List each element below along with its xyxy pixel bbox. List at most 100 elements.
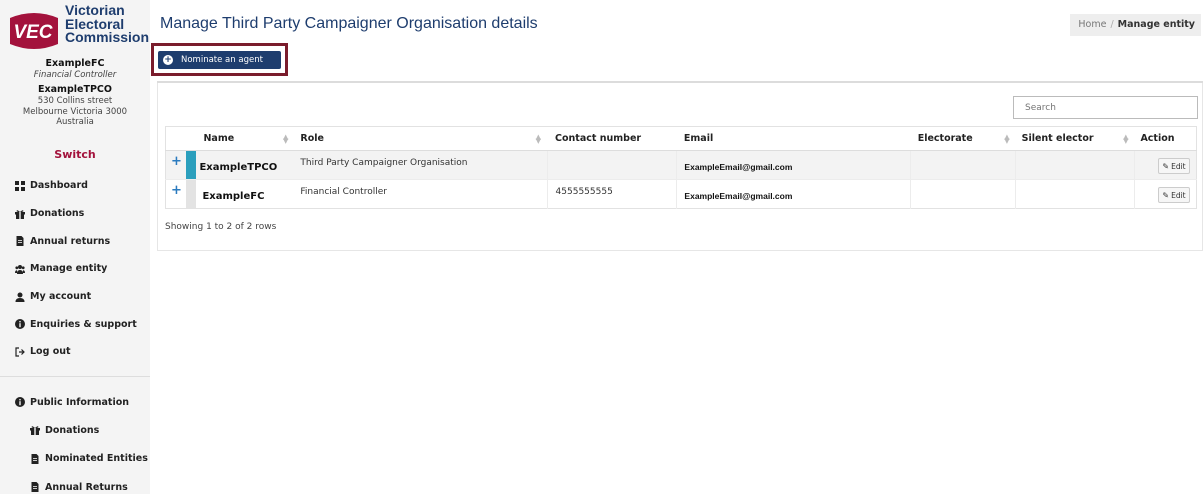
- public-item-annual-returns[interactable]: Annual Returns: [0, 473, 150, 494]
- sidebar-item-label: Dashboard: [30, 180, 88, 192]
- edit-label: Edit: [1171, 190, 1186, 200]
- cell-contact: [546, 150, 677, 180]
- sidebar-item-label: My account: [30, 291, 92, 303]
- table-row: + ExampleFC Financial Controller 4555555…: [165, 179, 1197, 209]
- column-header-role[interactable]: Role ▲ ▼: [294, 126, 548, 151]
- sidebar-nav: Dashboard Donations Annual returns Manag…: [0, 172, 150, 366]
- sidebar-item-donations[interactable]: Donations: [0, 200, 150, 228]
- edit-button[interactable]: ✎ Edit: [1158, 187, 1190, 203]
- breadcrumb-separator: /: [1110, 19, 1114, 30]
- cell-role: Financial Controller: [294, 179, 548, 209]
- cell-action: ✎ Edit: [1133, 179, 1197, 209]
- sidebar-item-my-account[interactable]: My account: [0, 283, 150, 311]
- search-input[interactable]: [1013, 96, 1198, 119]
- public-information-heading[interactable]: Public Information: [0, 388, 150, 416]
- sidebar-item-label: Annual Returns: [45, 481, 128, 493]
- cell-contact: 4555555555: [546, 179, 677, 209]
- sidebar-item-label: Enquiries & support: [30, 318, 137, 330]
- expand-cell[interactable]: +: [165, 179, 187, 209]
- column-label: Role: [300, 133, 324, 144]
- row-stripe: [186, 150, 197, 180]
- row-stripe: [186, 179, 197, 209]
- expand-cell[interactable]: +: [165, 150, 187, 180]
- user-icon: [15, 292, 25, 302]
- info-icon: [15, 319, 25, 330]
- breadcrumb-home[interactable]: Home: [1078, 19, 1106, 30]
- column-header-email[interactable]: Email: [676, 126, 911, 151]
- cell-name: ExampleFC: [196, 179, 295, 209]
- sidebar-item-manage-entity[interactable]: Manage entity: [0, 255, 150, 283]
- column-label: Action: [1140, 133, 1175, 144]
- page-title: Manage Third Party Campaigner Organisati…: [160, 15, 538, 32]
- logo-line-3: Commission: [65, 29, 150, 45]
- org-address-line-2: Melbourne Victoria 3000: [22, 106, 128, 117]
- sidebar-item-enquiries[interactable]: Enquiries & support: [0, 310, 150, 338]
- column-header-silent-elector[interactable]: Silent elector ▲ ▼: [1015, 126, 1135, 151]
- switch-link[interactable]: Switch: [0, 148, 150, 161]
- cell-electorate: [910, 179, 1016, 209]
- users-icon: [15, 264, 25, 274]
- sort-icon: ▲ ▼: [535, 133, 542, 145]
- column-header-contact-number[interactable]: Contact number: [547, 126, 677, 151]
- expand-plus-icon[interactable]: +: [166, 151, 186, 169]
- column-label: Name: [203, 133, 235, 144]
- gift-icon: [30, 426, 40, 436]
- cell-text: Third Party Campaigner Organisation: [300, 158, 468, 168]
- edit-icon: ✎: [1162, 190, 1170, 200]
- sort-icon: ▲ ▼: [1123, 133, 1129, 145]
- pagination-info: Showing 1 to 2 of 2 rows: [165, 222, 277, 232]
- sidebar-item-label: Log out: [30, 346, 71, 358]
- sidebar-item-annual-returns[interactable]: Annual returns: [0, 227, 150, 255]
- edit-label: Edit: [1171, 161, 1186, 171]
- vec-logo[interactable]: VEC Victorian Electoral Commission: [6, 2, 150, 56]
- org-address-line-1: 530 Collins street: [37, 96, 113, 106]
- sidebar-item-dashboard[interactable]: Dashboard: [0, 172, 150, 200]
- gift-icon: [15, 209, 25, 219]
- cell-silent-elector: [1015, 179, 1135, 209]
- org-name: ExampleTPCO: [38, 84, 112, 95]
- sidebar-item-label: Donations: [45, 424, 100, 436]
- info-icon: [15, 397, 25, 408]
- cell-text: ExampleTPCO: [199, 162, 278, 173]
- cell-silent-elector: [1015, 150, 1135, 180]
- expand-plus-icon[interactable]: +: [166, 180, 186, 198]
- org-address-line-3: Australia: [56, 117, 94, 127]
- document-icon: [31, 453, 39, 464]
- column-label: Silent elector: [1021, 133, 1094, 144]
- sidebar-item-log-out[interactable]: Log out: [0, 338, 150, 366]
- sidebar-item-label: Nominated Entities: [45, 453, 148, 465]
- public-item-nominated-entities[interactable]: Nominated Entities: [0, 445, 150, 473]
- cell-text: ExampleEmail@gmail.com: [684, 162, 793, 172]
- nominate-highlight: + Nominate an agent: [151, 43, 288, 76]
- cell-name: ExampleTPCO: [196, 150, 295, 180]
- cell-role: Third Party Campaigner Organisation: [294, 150, 548, 180]
- expand-column-header: [165, 126, 187, 151]
- column-header-action: Action: [1134, 126, 1197, 151]
- public-information-section: Public Information Donations Nominated E…: [0, 388, 150, 494]
- edit-button[interactable]: ✎ Edit: [1158, 158, 1190, 174]
- logout-icon: [15, 347, 25, 357]
- sidebar-item-label: Donations: [30, 208, 85, 220]
- user-role: Financial Controller: [33, 70, 117, 80]
- cell-email: ExampleEmail@gmail.com: [676, 179, 911, 209]
- sort-icon: ▲ ▼: [283, 133, 289, 145]
- column-header-electorate[interactable]: Electorate ▲ ▼: [910, 126, 1016, 151]
- vec-logo-icon: VEC: [10, 13, 58, 49]
- stripe-column-header: [186, 126, 197, 151]
- cell-text: 4555555555: [555, 187, 613, 197]
- sidebar-item-label: Manage entity: [30, 263, 108, 275]
- column-header-name[interactable]: Name ▲ ▼: [196, 126, 295, 151]
- cell-email: ExampleEmail@gmail.com: [676, 150, 911, 180]
- sidebar: VEC Victorian Electoral Commission Examp…: [0, 0, 150, 494]
- user-name: ExampleFC: [45, 58, 105, 69]
- nominate-agent-button[interactable]: + Nominate an agent: [158, 51, 281, 69]
- plus-circle-icon: +: [163, 55, 173, 65]
- public-item-donations[interactable]: Donations: [0, 416, 150, 444]
- cell-text: ExampleEmail@gmail.com: [684, 191, 793, 201]
- logo-text: Victorian Electoral Commission: [65, 3, 150, 45]
- breadcrumb: Home / Manage entity: [1070, 14, 1201, 36]
- document-icon: [31, 482, 39, 493]
- sidebar-item-label: Public Information: [30, 396, 130, 408]
- dashboard-icon: [15, 180, 25, 191]
- nominate-agent-label: Nominate an agent: [181, 55, 263, 65]
